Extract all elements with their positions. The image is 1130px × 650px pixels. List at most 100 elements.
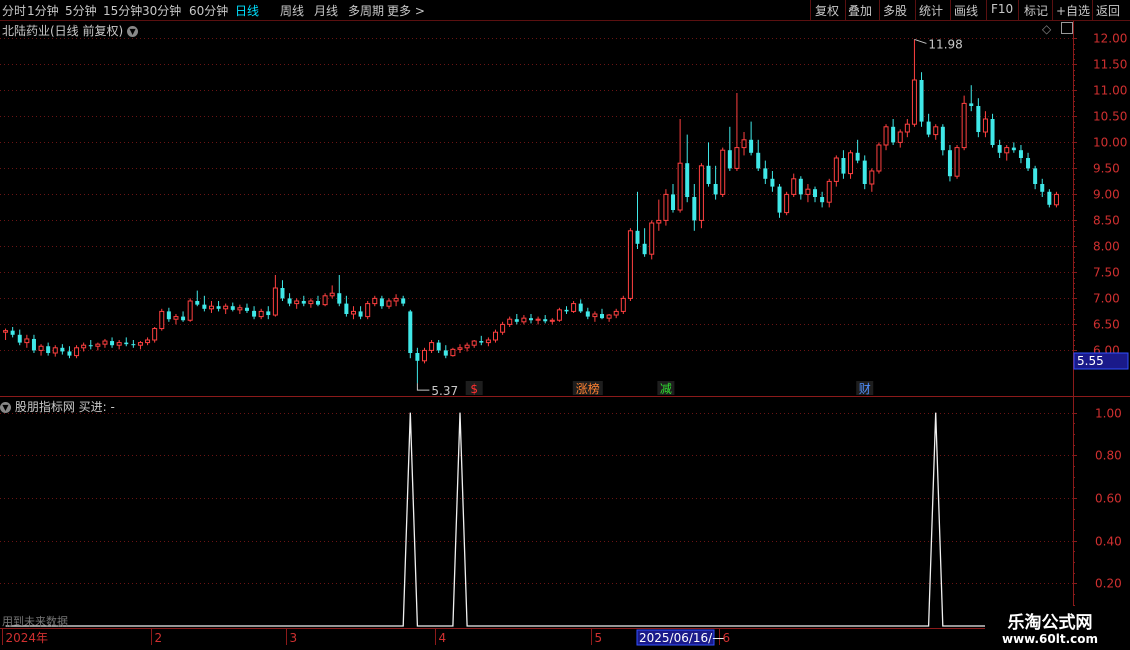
candle-body xyxy=(266,311,271,316)
candle-body xyxy=(31,338,36,351)
candle-body xyxy=(749,139,754,153)
candle-body xyxy=(741,139,747,149)
candle-body xyxy=(436,342,441,351)
candle-body xyxy=(492,331,498,341)
date-label: 3 xyxy=(290,631,298,645)
candle-body xyxy=(620,297,626,312)
candle-body xyxy=(671,194,676,210)
price-tick-label: 10.50 xyxy=(1093,110,1127,124)
watermark-url: www.60lt.com xyxy=(1001,632,1099,646)
candle-body xyxy=(3,330,9,333)
candle-body xyxy=(287,298,292,304)
price-tick-label: 7.50 xyxy=(1093,266,1120,280)
candle-body xyxy=(38,345,44,351)
panel-toggle-icon[interactable] xyxy=(1061,22,1073,34)
event-tag-0[interactable]: $ xyxy=(470,382,478,396)
candle-body xyxy=(784,193,790,214)
date-label: 5 xyxy=(595,631,603,645)
event-tag-1[interactable]: 涨榜 xyxy=(576,381,600,396)
price-tick-label: 8.00 xyxy=(1093,240,1120,254)
indicator-title-text: 股朋指标网 买进: - xyxy=(14,400,115,414)
candle-body xyxy=(556,309,562,321)
candle-body xyxy=(720,149,726,195)
candle-body xyxy=(315,301,320,305)
candle-body xyxy=(415,353,420,361)
candle-body xyxy=(826,180,832,203)
candle-body xyxy=(1004,147,1010,154)
candle-body xyxy=(1053,193,1059,206)
candle-body xyxy=(230,306,235,310)
candle-body xyxy=(926,121,931,135)
candle-body xyxy=(181,316,186,321)
candle-body xyxy=(798,178,803,195)
candle-body xyxy=(734,147,740,169)
candle-body xyxy=(564,309,569,312)
watermark: 乐淘公式网 www.60lt.com xyxy=(985,606,1130,650)
candle-body xyxy=(514,319,519,322)
candle-body xyxy=(372,297,378,305)
indicator-tick-label: 1.00 xyxy=(1095,407,1122,421)
candle-body xyxy=(145,339,151,344)
candle-body xyxy=(393,297,399,302)
candle-body xyxy=(770,178,775,187)
diamond-icon[interactable]: ◇ xyxy=(1042,22,1051,36)
indicator-tick-label: 0.40 xyxy=(1095,535,1122,549)
candle-body xyxy=(592,313,598,318)
candle-body xyxy=(813,189,818,197)
candle-body xyxy=(549,319,555,322)
candle-body xyxy=(535,318,541,321)
candle-body xyxy=(95,343,101,347)
candle-body xyxy=(195,301,200,305)
candle-body xyxy=(763,168,768,179)
candle-body xyxy=(464,344,470,349)
candle-body xyxy=(223,305,229,310)
candle-body xyxy=(280,288,285,299)
candle-body xyxy=(685,163,690,197)
candle-body xyxy=(833,157,839,182)
candle-body xyxy=(677,162,683,211)
candle-body xyxy=(869,170,875,185)
watermark-title: 乐淘公式网 xyxy=(1007,613,1093,633)
indicator-tick-label: 0.20 xyxy=(1095,577,1122,591)
candle-body xyxy=(990,119,995,145)
candle-body xyxy=(627,230,633,299)
candle-body xyxy=(529,318,533,321)
candle-body xyxy=(756,152,761,169)
candle-body xyxy=(88,345,93,347)
candle-body xyxy=(301,301,306,304)
high-marker-arrow xyxy=(914,38,927,44)
event-tag-3[interactable]: 财 xyxy=(859,382,871,396)
candle-body xyxy=(208,305,214,310)
chevron-down-icon[interactable]: ▼ xyxy=(127,26,139,37)
candle-body xyxy=(131,344,136,346)
candle-body xyxy=(216,306,221,309)
candle-body xyxy=(969,103,974,106)
chevron-down-icon[interactable]: ▼ xyxy=(0,402,11,413)
event-tag-2[interactable]: 减 xyxy=(660,382,672,396)
candle-body xyxy=(258,310,264,318)
price-tick-label: 9.00 xyxy=(1093,188,1120,202)
candle-body xyxy=(642,243,647,255)
candle-body xyxy=(1033,168,1038,184)
candle-body xyxy=(911,79,917,125)
low-marker-arrow xyxy=(416,383,430,391)
candle-body xyxy=(820,197,825,203)
candle-body xyxy=(791,178,797,195)
stock-title: 北陆药业(日线 前复权) ▼ xyxy=(2,22,139,39)
candle-body xyxy=(713,184,718,195)
candle-body xyxy=(137,342,143,346)
candle-body xyxy=(876,144,882,172)
low-marker-label: 5.37 xyxy=(431,384,458,398)
candle-body xyxy=(337,293,342,304)
candle-body xyxy=(408,311,413,353)
candle-body xyxy=(202,304,207,309)
candle-body xyxy=(379,298,384,307)
candle-body xyxy=(365,303,371,318)
candle-body xyxy=(578,303,583,312)
candle-body xyxy=(919,80,924,122)
kline-chart[interactable]: 12.00 11.50 11.00 10.50 10.00 9.50 9.00 8.50 8.0… xyxy=(0,0,1130,650)
candle-body xyxy=(344,303,349,314)
candle-body xyxy=(777,186,782,213)
price-tick-label: 8.50 xyxy=(1093,214,1120,228)
candle-body xyxy=(897,131,903,143)
